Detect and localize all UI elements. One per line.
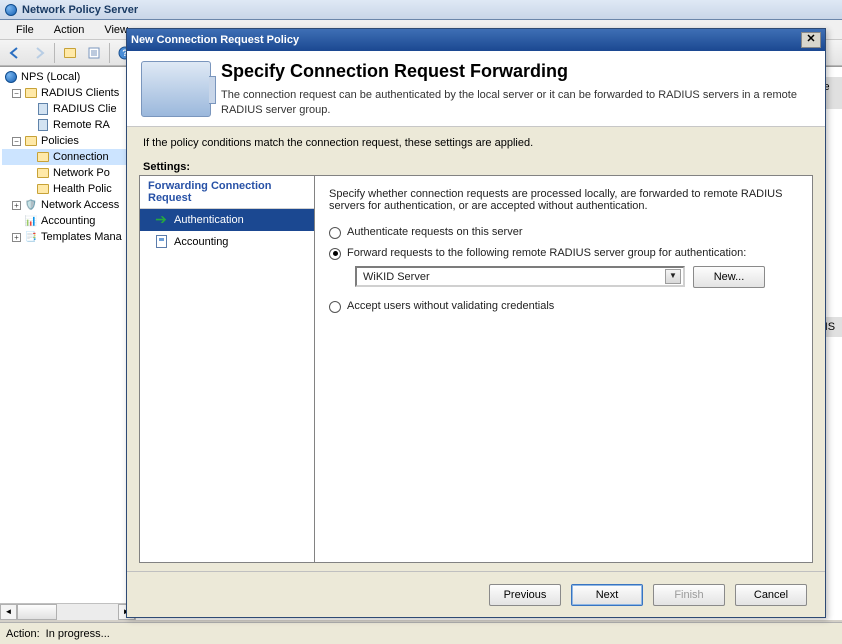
tree-label: Templates Mana xyxy=(41,231,122,243)
scroll-left-button[interactable]: ◄ xyxy=(0,604,17,620)
dialog-titlebar[interactable]: New Connection Request Policy ✕ xyxy=(127,29,825,51)
tree-radius-clients[interactable]: − RADIUS Clients xyxy=(2,85,135,101)
radio-icon xyxy=(329,227,341,239)
server-group-combo[interactable]: WiKID Server ▼ xyxy=(355,266,685,287)
finish-button[interactable]: Finish xyxy=(653,584,725,606)
dialog-header: Specify Connection Request Forwarding Th… xyxy=(127,51,825,126)
tree-network-access[interactable]: + 🛡️ Network Access xyxy=(2,197,135,213)
status-text: In progress... xyxy=(46,628,110,640)
radio-label: Forward requests to the following remote… xyxy=(347,247,746,259)
collapse-icon[interactable]: − xyxy=(12,137,21,146)
chevron-down-icon[interactable]: ▼ xyxy=(665,269,681,284)
arrow-right-icon: ➔ xyxy=(154,213,168,227)
expand-icon[interactable]: + xyxy=(12,201,21,210)
wizard-icon xyxy=(141,61,211,117)
tree-templates[interactable]: + 📑 Templates Mana xyxy=(2,229,135,245)
tree-accounting[interactable]: 📊 Accounting xyxy=(2,213,135,229)
radio-icon xyxy=(329,248,341,260)
folder-icon xyxy=(36,182,50,196)
globe-icon xyxy=(4,70,18,84)
folder-icon xyxy=(24,134,38,148)
content-intro: Specify whether connection requests are … xyxy=(329,188,798,212)
expand-icon[interactable]: + xyxy=(12,233,21,242)
folder-icon xyxy=(36,150,50,164)
settings-content: Specify whether connection requests are … xyxy=(315,175,813,563)
tree-root[interactable]: NPS (Local) xyxy=(2,69,135,85)
menu-action[interactable]: Action xyxy=(44,21,95,39)
folder-icon xyxy=(36,166,50,180)
new-button[interactable]: New... xyxy=(693,266,765,288)
folder-open-button[interactable] xyxy=(59,42,81,64)
server-icon xyxy=(36,102,50,116)
settings-label: Settings: xyxy=(127,153,825,175)
nav-label: Accounting xyxy=(174,236,228,248)
folder-icon xyxy=(24,86,38,100)
scroll-track[interactable] xyxy=(57,604,118,620)
tree-label: Network Access xyxy=(41,199,119,211)
tree-label: Connection xyxy=(53,151,109,163)
dialog-split: Forwarding Connection Request ➔ Authenti… xyxy=(127,175,825,571)
dialog-heading: Specify Connection Request Forwarding xyxy=(221,61,811,82)
tree-label: Remote RA xyxy=(53,119,110,131)
radio-icon xyxy=(329,301,341,313)
tree-item[interactable]: Network Po xyxy=(2,165,135,181)
server-icon xyxy=(36,118,50,132)
accounting-icon: 📊 xyxy=(24,214,38,228)
toolbar-separator xyxy=(109,43,110,63)
combo-value: WiKID Server xyxy=(363,271,665,283)
next-button[interactable]: Next xyxy=(571,584,643,606)
horizontal-scrollbar[interactable]: ◄ ► xyxy=(0,603,135,620)
templates-icon: 📑 xyxy=(24,230,38,244)
statusbar: Action: In progress... xyxy=(0,622,842,644)
tree-item[interactable]: Health Polic xyxy=(2,181,135,197)
dialog-footer: Previous Next Finish Cancel xyxy=(127,571,825,617)
cancel-button[interactable]: Cancel xyxy=(735,584,807,606)
scroll-thumb[interactable] xyxy=(17,604,57,620)
radio-authenticate-local[interactable]: Authenticate requests on this server xyxy=(329,226,798,239)
status-label: Action: xyxy=(6,628,40,640)
back-button[interactable] xyxy=(4,42,26,64)
tree-item[interactable]: RADIUS Clie xyxy=(2,101,135,117)
collapse-icon[interactable]: − xyxy=(12,89,21,98)
forward-button[interactable] xyxy=(28,42,50,64)
nav-accounting[interactable]: Accounting xyxy=(140,231,314,253)
toolbar-separator xyxy=(54,43,55,63)
tree-label: Health Polic xyxy=(53,183,112,195)
app-icon xyxy=(4,3,18,17)
tree-item[interactable]: Remote RA xyxy=(2,117,135,133)
radio-label: Authenticate requests on this server xyxy=(347,226,522,238)
app-titlebar: Network Policy Server xyxy=(0,0,842,20)
settings-nav: Forwarding Connection Request ➔ Authenti… xyxy=(139,175,315,563)
properties-button[interactable] xyxy=(83,42,105,64)
radio-accept-without-validate[interactable]: Accept users without validating credenti… xyxy=(329,300,798,313)
tree-label: RADIUS Clie xyxy=(53,103,117,115)
tree-label: Accounting xyxy=(41,215,95,227)
dialog-subtext: The connection request can be authentica… xyxy=(221,88,811,118)
nav-group: Forwarding Connection Request xyxy=(140,176,314,209)
tree-policies[interactable]: − Policies xyxy=(2,133,135,149)
nav-label: Authentication xyxy=(174,214,244,226)
previous-button[interactable]: Previous xyxy=(489,584,561,606)
dialog-title: New Connection Request Policy xyxy=(131,34,801,46)
close-button[interactable]: ✕ xyxy=(801,32,821,48)
radio-forward-remote[interactable]: Forward requests to the following remote… xyxy=(329,247,798,260)
menu-file[interactable]: File xyxy=(6,21,44,39)
nav-authentication[interactable]: ➔ Authentication xyxy=(140,209,314,231)
tree-label: RADIUS Clients xyxy=(41,87,119,99)
shield-icon: 🛡️ xyxy=(24,198,38,212)
tree-label: NPS (Local) xyxy=(21,71,80,83)
tree-label: Policies xyxy=(41,135,79,147)
tree-connection[interactable]: Connection xyxy=(2,149,135,165)
dialog-note: If the policy conditions match the conne… xyxy=(127,127,825,153)
app-title: Network Policy Server xyxy=(22,4,138,16)
radio-label: Accept users without validating credenti… xyxy=(347,300,554,312)
wizard-dialog: New Connection Request Policy ✕ Specify … xyxy=(126,28,826,618)
tree-panel: NPS (Local) − RADIUS Clients RADIUS Clie… xyxy=(0,67,136,620)
document-icon xyxy=(154,235,168,249)
tree-label: Network Po xyxy=(53,167,110,179)
